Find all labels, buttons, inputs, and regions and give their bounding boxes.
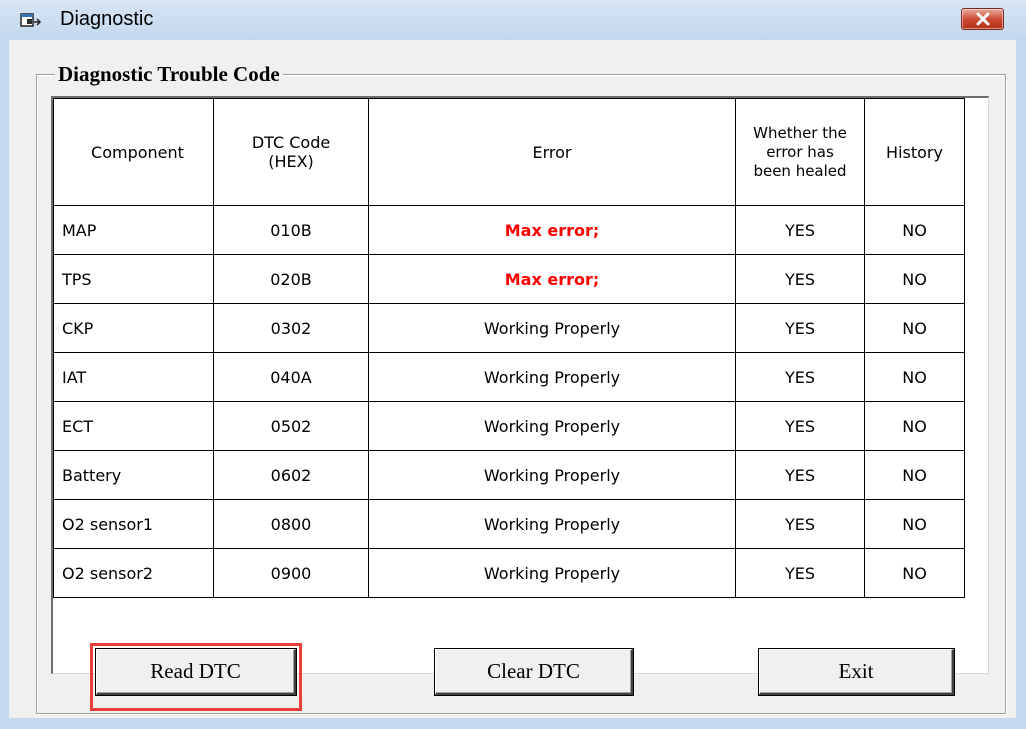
- table-row[interactable]: O2 sensor2 0900 Working Properly YES NO: [53, 548, 965, 598]
- cell-component: TPS: [53, 254, 214, 304]
- cell-component: O2 sensor1: [53, 499, 214, 549]
- cell-history: NO: [864, 401, 965, 451]
- cell-error: Working Properly: [368, 303, 736, 353]
- cell-component: ECT: [53, 401, 214, 451]
- cell-history: NO: [864, 254, 965, 304]
- table-row[interactable]: CKP 0302 Working Properly YES NO: [53, 303, 965, 353]
- header-healed-line2: error has: [766, 142, 834, 161]
- table-row[interactable]: O2 sensor1 0800 Working Properly YES NO: [53, 499, 965, 549]
- cell-code: 0800: [213, 499, 369, 549]
- cell-healed: YES: [735, 303, 865, 353]
- cell-healed: YES: [735, 254, 865, 304]
- cell-error: Working Properly: [368, 450, 736, 500]
- dtc-grid[interactable]: Component DTC Code (HEX) Error Whether t…: [51, 96, 989, 674]
- cell-error: Max error;: [368, 254, 736, 304]
- cell-healed: YES: [735, 401, 865, 451]
- exit-button[interactable]: Exit: [759, 649, 954, 695]
- table-row[interactable]: IAT 040A Working Properly YES NO: [53, 352, 965, 402]
- cell-healed: YES: [735, 548, 865, 598]
- header-healed-line1: Whether the: [753, 123, 847, 142]
- clear-dtc-button[interactable]: Clear DTC: [435, 649, 633, 695]
- cell-healed: YES: [735, 352, 865, 402]
- cell-component: Battery: [53, 450, 214, 500]
- cell-component: CKP: [53, 303, 214, 353]
- header-healed: Whether the error has been healed: [735, 98, 865, 206]
- app-icon: [20, 12, 42, 28]
- header-dtc-code: DTC Code (HEX): [213, 98, 369, 206]
- cell-healed: YES: [735, 499, 865, 549]
- cell-code: 0602: [213, 450, 369, 500]
- cell-component: IAT: [53, 352, 214, 402]
- read-dtc-highlight-box: [90, 643, 302, 711]
- dtc-table: Component DTC Code (HEX) Error Whether t…: [53, 98, 965, 598]
- header-error: Error: [368, 98, 736, 206]
- table-row[interactable]: MAP 010B Max error; YES NO: [53, 205, 965, 255]
- cell-history: NO: [864, 303, 965, 353]
- cell-history: NO: [864, 548, 965, 598]
- table-row[interactable]: TPS 020B Max error; YES NO: [53, 254, 965, 304]
- cell-code: 020B: [213, 254, 369, 304]
- diagnostic-window: Diagnostic Diagnostic Trouble Code Compo…: [0, 0, 1026, 729]
- cell-error: Working Properly: [368, 499, 736, 549]
- cell-history: NO: [864, 352, 965, 402]
- cell-component: MAP: [53, 205, 214, 255]
- cell-code: 040A: [213, 352, 369, 402]
- cell-history: NO: [864, 450, 965, 500]
- table-row[interactable]: Battery 0602 Working Properly YES NO: [53, 450, 965, 500]
- cell-code: 0900: [213, 548, 369, 598]
- cell-code: 010B: [213, 205, 369, 255]
- cell-healed: YES: [735, 450, 865, 500]
- cell-healed: YES: [735, 205, 865, 255]
- cell-error: Working Properly: [368, 401, 736, 451]
- cell-error: Working Properly: [368, 548, 736, 598]
- title-bar[interactable]: Diagnostic: [0, 0, 1026, 40]
- header-component: Component: [53, 98, 214, 206]
- header-healed-line3: been healed: [753, 161, 847, 180]
- table-header-row: Component DTC Code (HEX) Error Whether t…: [53, 98, 965, 206]
- cell-component: O2 sensor2: [53, 548, 214, 598]
- cell-history: NO: [864, 499, 965, 549]
- header-dtc-code-line2: (HEX): [268, 152, 314, 171]
- close-icon: [976, 12, 990, 26]
- cell-history: NO: [864, 205, 965, 255]
- groupbox-label: Diagnostic Trouble Code: [55, 62, 283, 87]
- window-title: Diagnostic: [60, 8, 154, 30]
- header-history: History: [864, 98, 965, 206]
- cell-code: 0502: [213, 401, 369, 451]
- table-row[interactable]: ECT 0502 Working Properly YES NO: [53, 401, 965, 451]
- cell-error: Working Properly: [368, 352, 736, 402]
- cell-error: Max error;: [368, 205, 736, 255]
- close-button[interactable]: [961, 8, 1004, 30]
- cell-code: 0302: [213, 303, 369, 353]
- header-dtc-code-line1: DTC Code: [251, 133, 331, 152]
- client-area: Diagnostic Trouble Code Component DTC Co…: [9, 40, 1016, 718]
